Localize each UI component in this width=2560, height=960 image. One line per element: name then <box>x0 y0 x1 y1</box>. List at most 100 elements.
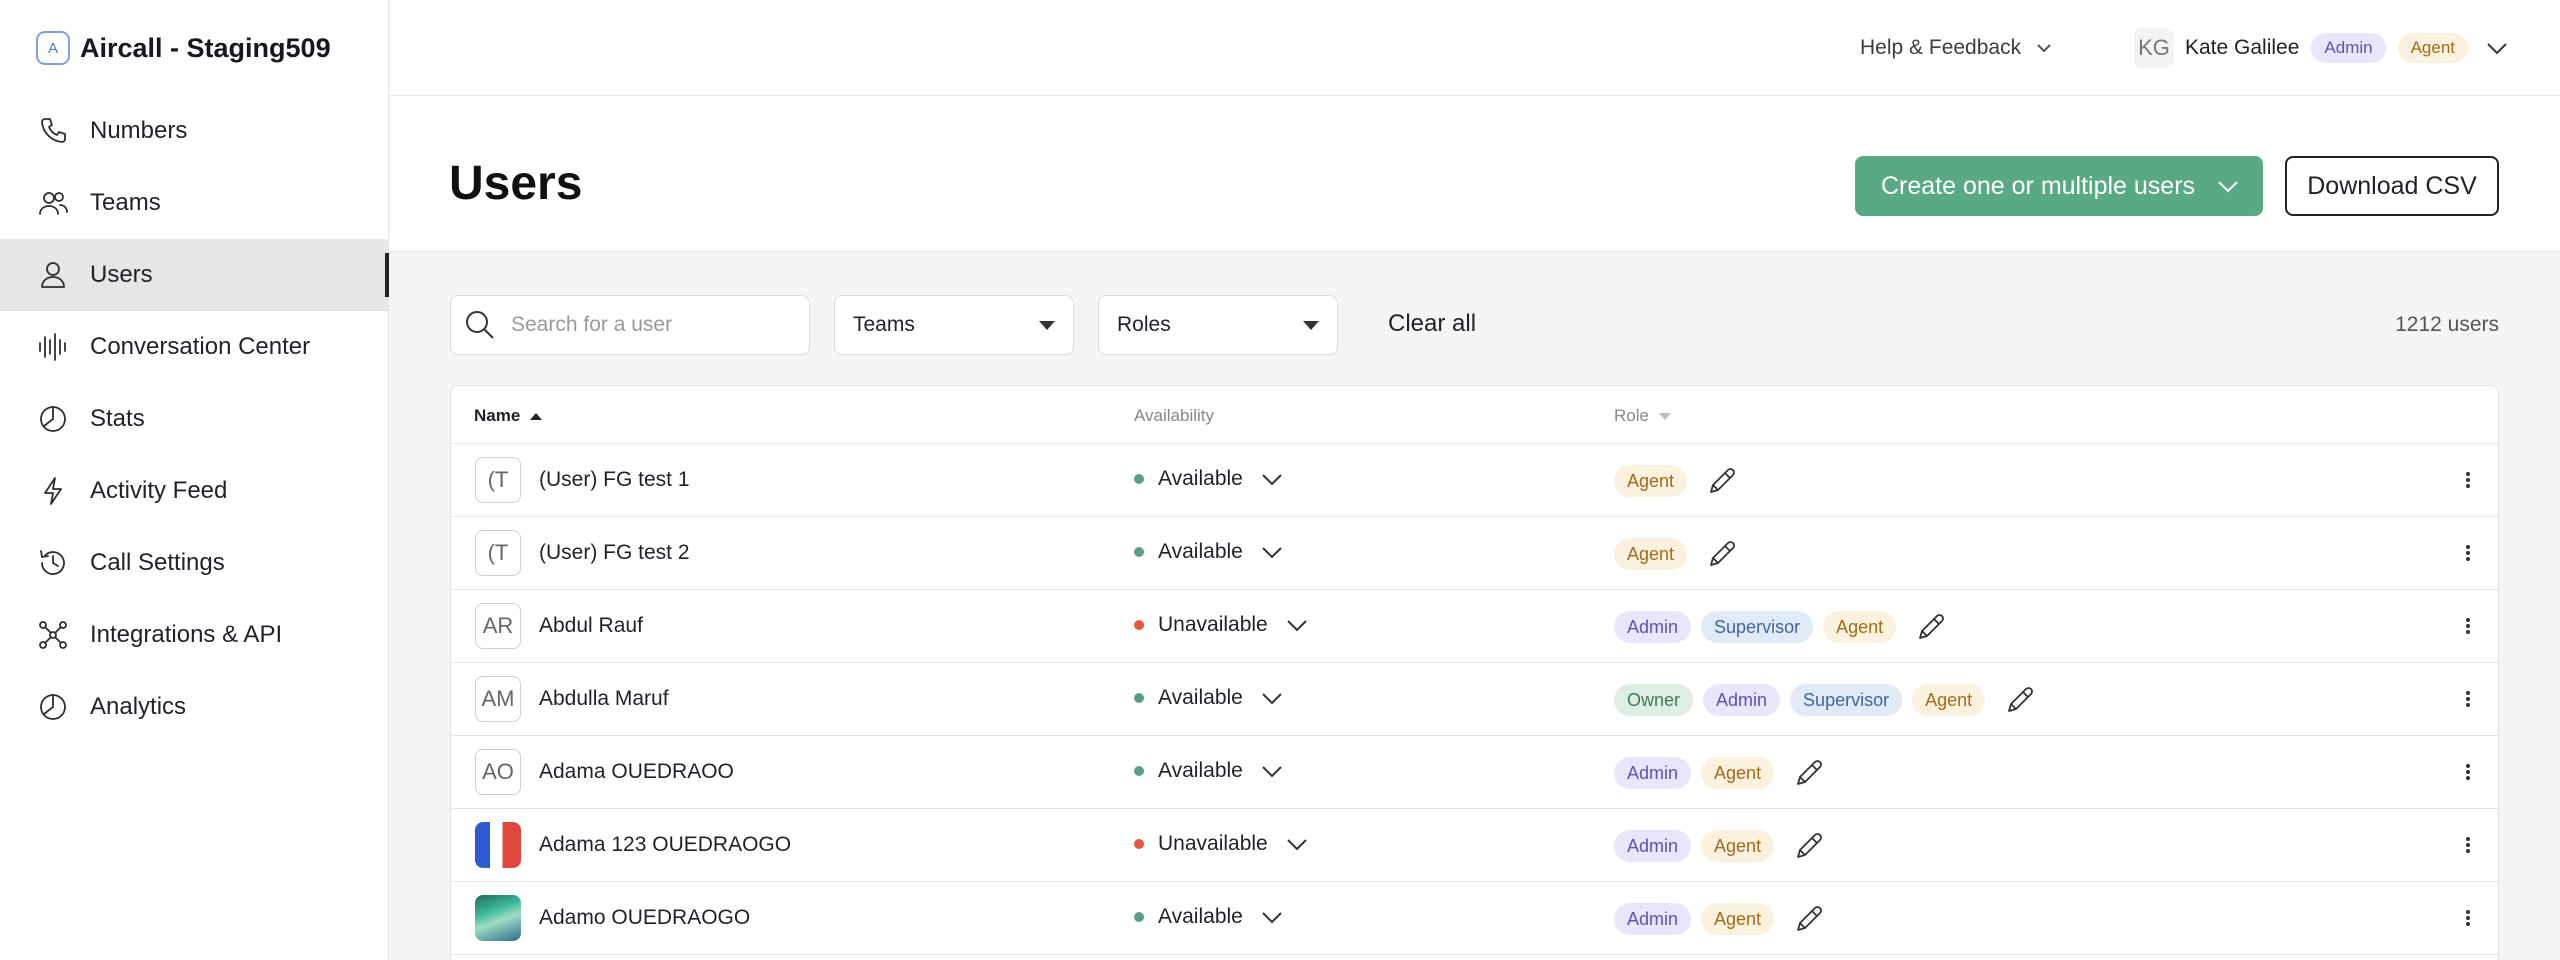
sidebar-item-integrations-api[interactable]: Integrations & API <box>0 599 389 671</box>
help-feedback-menu[interactable]: Help & Feedback <box>1860 30 2053 66</box>
user-name[interactable]: Abdulla Maruf <box>539 687 669 711</box>
create-users-button[interactable]: Create one or multiple users <box>1855 156 2263 216</box>
more-options-icon[interactable] <box>2462 831 2474 859</box>
network-icon <box>36 618 70 652</box>
availability-dropdown[interactable]: Available <box>1134 685 1285 711</box>
user-name[interactable]: (User) FG test 2 <box>539 541 690 565</box>
chevron-down-icon <box>1262 693 1282 705</box>
availability-label: Available <box>1158 759 1243 782</box>
chevron-down-icon <box>2035 39 2053 57</box>
download-csv-button[interactable]: Download CSV <box>2285 156 2499 216</box>
roles-filter-select[interactable]: Roles <box>1098 295 1338 355</box>
caret-down-icon <box>1039 320 1055 330</box>
status-dot <box>1134 547 1144 557</box>
availability-dropdown[interactable]: Unavailable <box>1134 831 1310 857</box>
availability-dropdown[interactable]: Available <box>1134 539 1285 565</box>
more-options-icon[interactable] <box>2462 758 2474 786</box>
availability-dropdown[interactable]: Unavailable <box>1134 612 1310 638</box>
role-badge-agent: Agent <box>1701 757 1775 789</box>
current-user-name: Kate Galilee <box>2185 36 2300 59</box>
table-header: Name Availability Role <box>451 386 2498 444</box>
status-dot <box>1134 474 1144 484</box>
pencil-icon[interactable] <box>1792 902 1826 936</box>
more-options-icon[interactable] <box>2462 539 2474 567</box>
column-name-label: Name <box>474 406 521 425</box>
lightning-icon <box>36 474 70 508</box>
pencil-icon[interactable] <box>1705 537 1739 571</box>
pencil-icon[interactable] <box>1914 610 1948 644</box>
more-options-icon[interactable] <box>2462 466 2474 494</box>
chevron-down-icon <box>2218 181 2238 193</box>
role-badge-owner: Owner <box>1614 684 1694 716</box>
user-name[interactable]: Abdul Rauf <box>539 614 643 638</box>
role-badge-admin: Admin <box>1703 684 1781 716</box>
table-row[interactable]: AO Adama OUEDRAOO Available Admin Agent <box>451 736 2498 809</box>
role-badge-agent: Agent <box>1701 830 1775 862</box>
table-row[interactable]: Adamo OUEDRAOGO Available Admin Agent <box>451 882 2498 955</box>
caret-down-icon <box>1303 320 1319 330</box>
pencil-icon[interactable] <box>2003 683 2037 717</box>
avatar <box>475 822 521 868</box>
sidebar-item-users[interactable]: Users <box>0 239 389 311</box>
availability-dropdown[interactable]: Available <box>1134 466 1285 492</box>
sidebar-item-numbers[interactable]: Numbers <box>0 95 389 167</box>
chevron-down-icon <box>1262 766 1282 778</box>
status-dot <box>1134 912 1144 922</box>
availability-label: Unavailable <box>1158 613 1268 636</box>
sidebar-item-label: Conversation Center <box>90 333 311 360</box>
availability-label: Available <box>1158 686 1243 709</box>
search-box[interactable] <box>450 295 810 355</box>
user-name[interactable]: (User) FG test 1 <box>539 468 690 492</box>
teams-filter-select[interactable]: Teams <box>834 295 1074 355</box>
availability-dropdown[interactable]: Available <box>1134 904 1285 930</box>
availability-label: Available <box>1158 467 1243 490</box>
role-badges: Admin Supervisor Agent <box>1614 610 1948 644</box>
avatar: KG <box>2134 28 2174 68</box>
more-options-icon[interactable] <box>2462 612 2474 640</box>
user-name[interactable]: Adamo OUEDRAOGO <box>539 906 750 930</box>
teams-filter-label: Teams <box>853 313 915 336</box>
chevron-down-icon <box>1287 620 1307 632</box>
phone-icon <box>36 114 70 148</box>
brand[interactable]: A Aircall - Staging509 <box>36 28 331 68</box>
avatar: AR <box>475 603 521 649</box>
user-name[interactable]: Adama 123 OUEDRAOGO <box>539 833 791 857</box>
user-name[interactable]: Adama OUEDRAOO <box>539 760 734 784</box>
role-badge-agent: Agent <box>1912 684 1986 716</box>
column-header-availability: Availability <box>1134 406 1214 426</box>
column-header-name[interactable]: Name <box>474 406 543 426</box>
chevron-down-icon <box>1262 474 1282 486</box>
pencil-icon[interactable] <box>1792 756 1826 790</box>
user-menu[interactable]: KG Kate Galilee Admin Agent <box>2134 26 2510 70</box>
help-feedback-label: Help & Feedback <box>1860 36 2022 59</box>
sidebar-item-label: Activity Feed <box>90 477 228 504</box>
more-options-icon[interactable] <box>2462 904 2474 932</box>
table-row[interactable]: AM Abdulla Maruf Available Owner Admin Superv… <box>451 663 2498 736</box>
sidebar-item-teams[interactable]: Teams <box>0 167 389 239</box>
search-input[interactable] <box>511 313 791 337</box>
clear-all-button[interactable]: Clear all <box>1388 310 1476 338</box>
sidebar-item-stats[interactable]: Stats <box>0 383 389 455</box>
chevron-down-icon <box>1287 839 1307 851</box>
availability-dropdown[interactable]: Available <box>1134 758 1285 784</box>
topbar: Help & Feedback KG Kate Galilee Admin Ag… <box>389 0 2560 96</box>
waveform-icon <box>36 330 70 364</box>
sort-icon <box>1658 412 1671 420</box>
table-row[interactable]: Adama 123 OUEDRAOGO Unavailable Admin Agent <box>451 809 2498 882</box>
table-row[interactable]: (T (User) FG test 2 Available Agent <box>451 517 2498 590</box>
pencil-icon[interactable] <box>1792 829 1826 863</box>
role-badge-agent: Agent <box>1614 538 1688 570</box>
table-row[interactable]: (T (User) FG test 1 Available Agent <box>451 444 2498 517</box>
sidebar-item-conversation-center[interactable]: Conversation Center <box>0 311 389 383</box>
roles-filter-label: Roles <box>1117 313 1171 336</box>
more-options-icon[interactable] <box>2462 685 2474 713</box>
sidebar-item-call-settings[interactable]: Call Settings <box>0 527 389 599</box>
chevron-down-icon[interactable] <box>2484 35 2510 61</box>
pencil-icon[interactable] <box>1705 464 1739 498</box>
role-badge-agent: Agent <box>1823 611 1897 643</box>
column-header-role[interactable]: Role <box>1614 406 1671 426</box>
sidebar-item-activity-feed[interactable]: Activity Feed <box>0 455 389 527</box>
sidebar-item-label: Integrations & API <box>90 621 283 648</box>
table-row[interactable]: AR Abdul Rauf Unavailable Admin Supervisor Ag… <box>451 590 2498 663</box>
sidebar-item-analytics[interactable]: Analytics <box>0 671 389 743</box>
